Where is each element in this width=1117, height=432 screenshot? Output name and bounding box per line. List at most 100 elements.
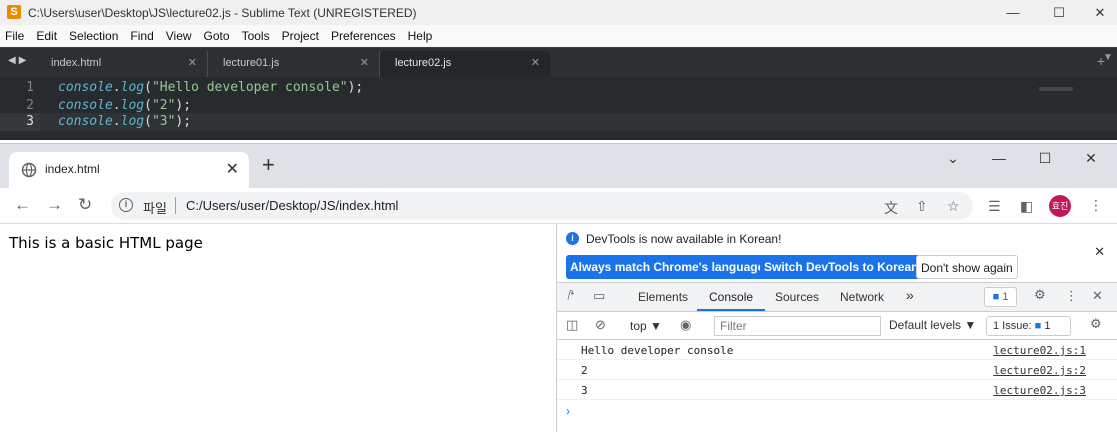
code-editor[interactable]: 1 2 3 console.log("Hello developer conso… (0, 77, 1117, 140)
console-prompt[interactable]: › (557, 400, 1117, 420)
filter-input[interactable]: Filter (714, 316, 881, 336)
devtools-panel: i DevTools is now available in Korean! ✕… (556, 224, 1117, 432)
close-tab-icon[interactable]: ✕ (531, 51, 540, 75)
reading-list-icon[interactable]: ☰ (988, 198, 1001, 215)
chevron-down-icon: ▼ (650, 319, 662, 333)
restore-icon[interactable]: ☐ (1022, 150, 1068, 167)
code-punct: ( (144, 80, 152, 95)
maximize-icon[interactable]: ☐ (1036, 0, 1082, 25)
code-line: console.log("3"); (58, 113, 191, 131)
forward-icon[interactable]: → (46, 195, 63, 215)
avatar[interactable]: 효진 (1049, 195, 1071, 217)
translate-icon[interactable]: 文 (884, 198, 898, 218)
menu-edit[interactable]: Edit (36, 29, 57, 43)
tab-lecture01-js[interactable]: lecture01.js ✕ (208, 51, 380, 78)
info-icon: i (566, 232, 579, 245)
minimap[interactable] (1039, 87, 1073, 91)
issues-badge[interactable]: ■ 1 (984, 287, 1017, 307)
menu-file[interactable]: File (5, 29, 24, 43)
active-tab-indicator (697, 309, 765, 311)
device-toolbar-icon[interactable]: ▭ (593, 288, 605, 304)
tab-dropdown-icon[interactable]: ▼ (1103, 52, 1117, 63)
tab-sources[interactable]: Sources (775, 290, 819, 304)
code-string: "2" (151, 98, 176, 113)
settings-gear-icon[interactable]: ⚙ (1034, 287, 1046, 303)
minimize-icon[interactable]: — (976, 150, 1022, 166)
address-bar[interactable]: i 파일 C:/Users/user/Desktop/JS/index.html… (111, 192, 973, 220)
menu-tools[interactable]: Tools (242, 29, 270, 43)
console-settings-gear-icon[interactable]: ⚙ (1090, 316, 1102, 332)
tab-lecture02-js[interactable]: lecture02.js ✕ (380, 51, 550, 78)
context-selector[interactable]: top ▼ (630, 319, 662, 333)
console-source-link[interactable]: lecture02.js:1 (993, 344, 1086, 357)
address-separator (175, 197, 176, 214)
tab-console[interactable]: Console (709, 290, 753, 304)
close-tab-icon[interactable]: ✕ (360, 51, 369, 75)
side-panel-icon[interactable]: ◧ (1020, 198, 1033, 215)
menu-goto[interactable]: Goto (204, 29, 230, 43)
console-source-link[interactable]: lecture02.js:2 (993, 364, 1086, 377)
close-tab-icon[interactable]: ✕ (188, 51, 197, 75)
code-punct: . (112, 114, 121, 129)
line-number: 1 (26, 80, 34, 95)
sublime-title-bar: S C:\Users\user\Desktop\JS\lecture02.js … (0, 0, 1117, 25)
sidebar-toggle-icon[interactable]: ◫ (566, 317, 578, 333)
tab-label: lecture02.js (395, 57, 452, 69)
code-punct: ); (175, 114, 192, 129)
tab-search-icon[interactable]: ⌄ (930, 150, 976, 167)
close-icon[interactable]: ✕ (1077, 0, 1117, 25)
chrome-toolbar: ← → ↻ i 파일 C:/Users/user/Desktop/JS/inde… (0, 188, 1117, 224)
tab-network[interactable]: Network (840, 290, 884, 304)
chrome-tab[interactable]: index.html ✕ (9, 152, 249, 188)
back-icon[interactable]: ← (14, 195, 31, 215)
tab-scroll-arrows-icon[interactable]: ◀▶ (8, 55, 29, 66)
line-number-current: 3 (0, 113, 40, 131)
menu-selection[interactable]: Selection (69, 29, 118, 43)
menu-kebab-icon[interactable]: ⋮ (1089, 197, 1103, 214)
infobar-message: DevTools is now available in Korean! (586, 232, 782, 246)
sublime-tab-bar: ◀▶ index.html ✕ lecture01.js ✕ lecture02… (0, 47, 1117, 78)
bookmark-star-icon[interactable]: ☆ (947, 198, 960, 215)
clear-console-icon[interactable]: ⊘ (595, 317, 606, 333)
switch-to-korean-button[interactable]: Switch DevTools to Korean (760, 255, 923, 279)
tab-elements[interactable]: Elements (638, 290, 688, 304)
close-devtools-icon[interactable]: ✕ (1092, 288, 1103, 304)
close-tab-icon[interactable]: ✕ (226, 159, 239, 179)
devtools-menu-icon[interactable]: ⋮ (1065, 288, 1078, 304)
message-icon: ■ (1034, 320, 1042, 332)
eye-icon[interactable]: ◉ (680, 317, 691, 333)
new-tab-button[interactable]: + (262, 154, 275, 176)
console-source-link[interactable]: lecture02.js:3 (993, 384, 1086, 397)
always-match-language-button[interactable]: Always match Chrome's language (566, 255, 769, 279)
code-punct: . (112, 98, 121, 113)
tab-index-html[interactable]: index.html ✕ (36, 51, 208, 78)
menu-view[interactable]: View (166, 29, 192, 43)
menu-find[interactable]: Find (130, 29, 153, 43)
close-infobar-icon[interactable]: ✕ (1094, 244, 1105, 260)
code-punct: ); (175, 98, 192, 113)
share-icon[interactable]: ⇧ (916, 198, 928, 215)
address-url[interactable]: C:/Users/user/Desktop/JS/index.html (186, 198, 398, 213)
page-content: This is a basic HTML page (0, 224, 556, 432)
console-message: 3 lecture02.js:3 (557, 380, 1117, 400)
reload-icon[interactable]: ↻ (78, 195, 92, 215)
sublime-menu-bar: File Edit Selection Find View Goto Tools… (0, 25, 1117, 47)
devtools-tab-bar: ⭚ ▭ Elements Console Sources Network » ■… (557, 283, 1117, 312)
close-icon[interactable]: ✕ (1068, 150, 1114, 167)
tab-label: lecture01.js (223, 57, 280, 69)
more-tabs-icon[interactable]: » (906, 287, 914, 303)
issues-count: 1 (1002, 291, 1009, 303)
issues-button[interactable]: 1 Issue: ■ 1 (986, 316, 1071, 336)
menu-help[interactable]: Help (408, 29, 433, 43)
log-levels-label: Default levels (889, 318, 962, 332)
code-punct: ( (144, 98, 152, 113)
menu-project[interactable]: Project (282, 29, 319, 43)
code-line: console.log("Hello developer console"); (58, 79, 363, 97)
menu-preferences[interactable]: Preferences (331, 29, 396, 43)
minimize-icon[interactable]: — (990, 0, 1036, 25)
dont-show-again-button[interactable]: Don't show again (916, 255, 1018, 279)
log-levels-dropdown[interactable]: Default levels ▼ (889, 318, 976, 332)
info-icon[interactable]: i (119, 198, 133, 212)
code-object: console (58, 114, 113, 129)
inspect-element-icon[interactable]: ⭚ (567, 288, 575, 304)
